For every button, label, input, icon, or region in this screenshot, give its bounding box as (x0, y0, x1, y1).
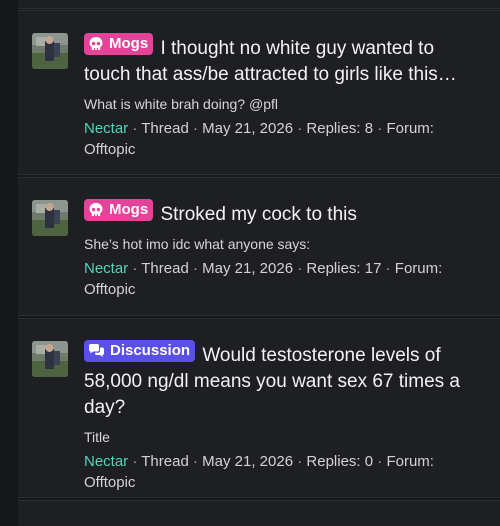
previous-result-edge (18, 0, 500, 9)
avatar[interactable] (32, 200, 68, 236)
thread-meta: Nectar · Thread · May 21, 2026 · Replies… (84, 260, 443, 298)
forum-link[interactable]: Offtopic (84, 474, 135, 491)
thread-meta: Nectar · Thread · May 21, 2026 · Replies… (84, 453, 434, 491)
thread-title[interactable]: Mogs Stroked my cock to this (84, 199, 470, 228)
thread-item[interactable]: Discussion Would testosterone levels of … (18, 318, 500, 498)
tag-label: Mogs (109, 35, 149, 52)
thread-replies: Replies: 8 (306, 120, 374, 137)
thread-content: Mogs Stroked my cock to this She’s hot i… (84, 199, 470, 300)
avatar-image (32, 200, 68, 236)
thread-meta: Nectar · Thread · May 21, 2026 · Replies… (84, 120, 434, 158)
chat-bubbles-icon (89, 344, 104, 357)
tag-label: Discussion (110, 342, 191, 359)
forum-link[interactable]: Offtopic (84, 141, 135, 158)
forum-label: Forum: (386, 120, 434, 137)
thread-replies: Replies: 0 (306, 453, 374, 470)
thread-tag[interactable]: Mogs (84, 33, 154, 55)
thread-snippet: She’s hot imo idc what anyone says: (84, 236, 311, 252)
thread-title[interactable]: Discussion Would testosterone levels of … (84, 340, 470, 421)
skull-icon (89, 37, 103, 50)
thread-item[interactable]: Mogs Stroked my cock to this She’s hot i… (18, 177, 500, 316)
thread-replies: Replies: 17 (306, 260, 382, 277)
thread-snippet: What is white brah doing? @pfl (84, 96, 278, 112)
forum-label: Forum: (386, 453, 434, 470)
author-link[interactable]: Nectar (84, 260, 128, 277)
thread-type: Thread (141, 120, 189, 137)
tag-label: Mogs (109, 201, 149, 218)
forum-label: Forum: (394, 260, 443, 277)
thread-date: May 21, 2026 (202, 120, 294, 137)
author-link[interactable]: Nectar (84, 120, 128, 137)
thread-type: Thread (141, 453, 189, 470)
author-link[interactable]: Nectar (84, 453, 128, 470)
thread-type: Thread (141, 260, 189, 277)
thread-snippet: Title (84, 429, 110, 445)
thread-tag[interactable]: Discussion (84, 340, 196, 362)
thread-date: May 21, 2026 (202, 453, 294, 470)
thread-date: May 21, 2026 (202, 260, 294, 277)
thread-item[interactable]: Mogs I thought no white guy wanted to to… (18, 10, 500, 175)
thread-content: Discussion Would testosterone levels of … (84, 340, 470, 493)
thread-tag[interactable]: Mogs (84, 199, 154, 221)
thread-title-text[interactable]: Stroked my cock to this (160, 204, 356, 225)
avatar[interactable] (32, 341, 68, 377)
avatar[interactable] (32, 33, 68, 69)
avatar-image (32, 33, 68, 69)
next-result-edge (18, 500, 500, 526)
thread-title[interactable]: Mogs I thought no white guy wanted to to… (84, 33, 470, 88)
avatar-image (32, 341, 68, 377)
search-results: Mogs I thought no white guy wanted to to… (0, 0, 500, 526)
forum-link[interactable]: Offtopic (84, 281, 135, 298)
skull-icon (89, 203, 103, 216)
thread-content: Mogs I thought no white guy wanted to to… (84, 33, 470, 160)
